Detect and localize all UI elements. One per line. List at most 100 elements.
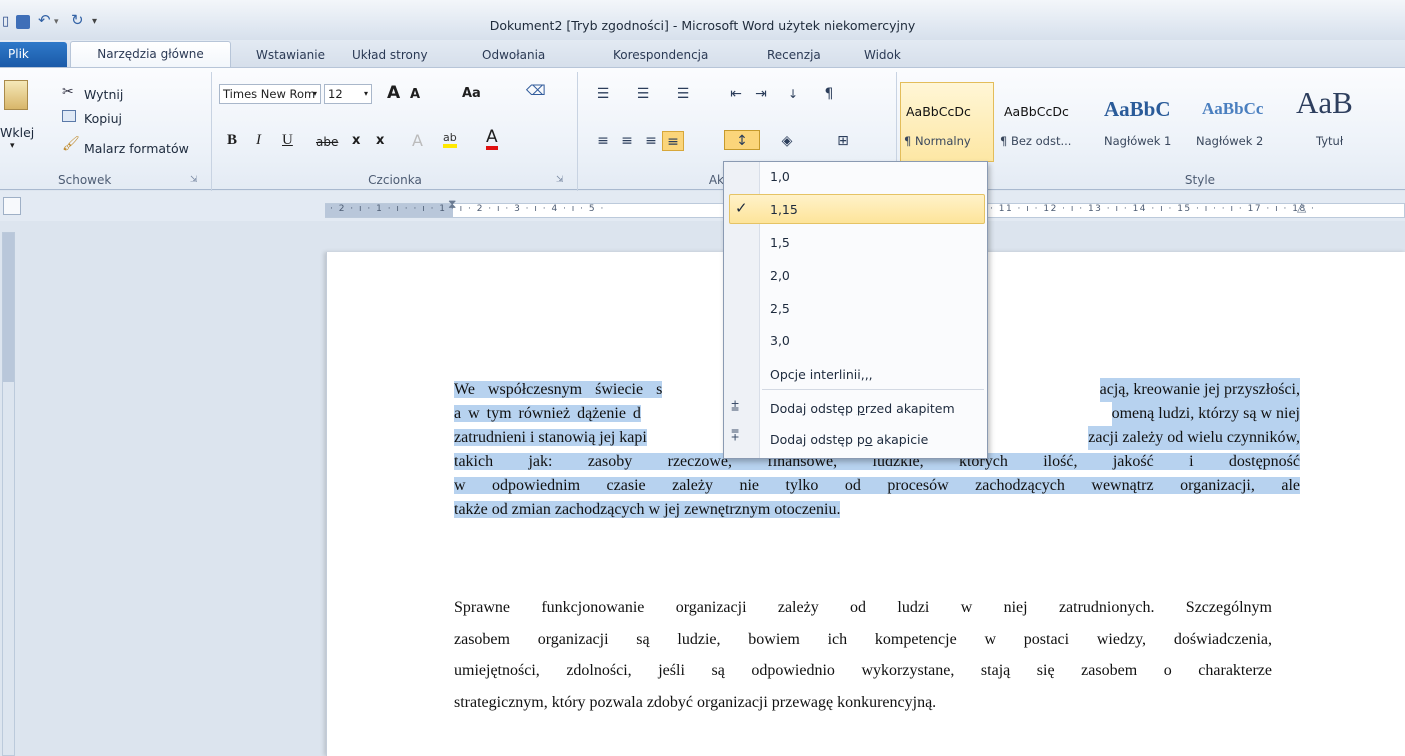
line-spacing-options-item[interactable]: Opcje interlinii,,, (770, 367, 873, 382)
add-space-after-item[interactable]: Dodaj odstęp po akapicie (770, 432, 928, 447)
font-size-value: 12 (328, 87, 343, 101)
tab-mailings[interactable]: Korespondencja (613, 44, 708, 66)
font-launcher-icon[interactable]: ⇲ (556, 175, 564, 185)
align-center-icon[interactable]: ≡ (616, 131, 638, 151)
strikethrough-button[interactable]: abe (316, 135, 338, 149)
line-spacing-option-2-0[interactable]: 2,0 (770, 268, 790, 283)
ruler-numbers-right: · 11 · ı · 12 · ı · 13 · ı · 14 · ı · 15… (990, 204, 1316, 214)
line-spacing-option-3-0[interactable]: 3,0 (770, 333, 790, 348)
tab-selector-button[interactable] (3, 197, 21, 215)
font-color-button[interactable]: A (486, 128, 498, 150)
align-right-icon[interactable]: ≡ (640, 131, 662, 151)
font-size-combo[interactable]: 12 ▾ (324, 84, 372, 104)
line-spacing-option-1-15[interactable]: 1,15 (770, 202, 798, 217)
indent-marker-icon[interactable]: ⧗ (448, 197, 456, 212)
style-no-spacing-name: ¶ Bez odst... (1000, 134, 1072, 148)
group-separator (577, 72, 578, 192)
sort-icon[interactable]: ↓ (782, 84, 804, 104)
style-title-name: Tytuł (1316, 134, 1344, 148)
text-line: umiejętności, zdolności, jeśli są odpowi… (454, 662, 1272, 679)
highlight-button[interactable]: ab (443, 131, 457, 148)
line-spacing-icon[interactable]: ↕ (724, 130, 760, 150)
text-line: omeną ludzi, którzy są w niej (1111, 402, 1300, 426)
paste-button[interactable]: Wklej (0, 125, 34, 140)
clipboard-group-label: Schowek (58, 173, 112, 187)
paste-icon[interactable] (4, 80, 28, 110)
tab-view[interactable]: Widok (864, 44, 901, 66)
add-space-before-icon: ⩲ (731, 399, 740, 415)
copy-icon (62, 110, 76, 122)
superscript-button[interactable]: x (376, 133, 384, 148)
cut-button[interactable]: Wytnij (84, 87, 123, 102)
tab-home[interactable]: Narzędzia główne (70, 41, 231, 68)
style-normal[interactable] (900, 82, 994, 162)
underline-button[interactable]: U (282, 132, 293, 149)
font-family-combo[interactable]: Times New Rom ▾ (219, 84, 321, 104)
text-line: a w tym również dążenie d (454, 405, 641, 422)
tab-review[interactable]: Recenzja (767, 44, 821, 66)
menu-separator (762, 389, 984, 390)
bullets-icon[interactable]: ☰ (592, 84, 614, 104)
add-space-before-item[interactable]: Dodaj odstęp przed akapitem (770, 401, 955, 416)
paragraph-2[interactable]: Sprawne funkcjonowanie organizacji zależ… (454, 592, 1272, 718)
style-heading2-sample[interactable]: AaBbCc (1202, 99, 1263, 119)
grow-font-button[interactable]: A (387, 83, 400, 103)
show-formatting-icon[interactable]: ¶ (818, 84, 840, 104)
clear-formatting-icon[interactable]: ⌫ (526, 83, 546, 99)
check-icon: ✓ (735, 199, 748, 217)
group-separator (211, 72, 212, 192)
text-line: w odpowiednim czasie zależy nie tylko od… (454, 477, 1300, 494)
menu-item-selected-highlight (729, 194, 985, 224)
scissors-icon: ✂ (62, 84, 74, 100)
line-spacing-option-2-5[interactable]: 2,5 (770, 301, 790, 316)
tab-references[interactable]: Odwołania (482, 44, 545, 66)
font-group-label: Czcionka (368, 173, 422, 187)
menu-accelerator: o (864, 432, 873, 447)
style-title-sample[interactable]: AaB (1296, 85, 1353, 121)
numbering-icon[interactable]: ☰ (632, 84, 654, 104)
line-spacing-option-1-0[interactable]: 1,0 (770, 169, 790, 184)
paste-dropdown-icon[interactable]: ▾ (10, 141, 15, 151)
text-line: strategicznym, który pozwala zdobyć orga… (454, 693, 937, 711)
style-no-spacing-sample[interactable]: AaBbCcDc (1004, 104, 1069, 119)
bold-button[interactable]: B (227, 132, 237, 149)
menu-label-part: rzed akapitem (864, 401, 955, 416)
style-heading2-name: Nagłówek 2 (1196, 134, 1264, 148)
align-left-icon[interactable]: ≡ (592, 131, 614, 151)
text-line: zasobem organizacji są ludzie, bowiem ic… (454, 630, 1272, 648)
text-line: także od zmian zachodzących w jej zewnęt… (454, 501, 841, 518)
tab-file[interactable]: Plik (0, 42, 67, 67)
style-normal-name: ¶ Normalny (904, 134, 971, 148)
right-indent-marker-icon[interactable]: △ (1297, 200, 1306, 214)
text-line: acją, kreowanie jej przyszłości, (1099, 378, 1300, 402)
menu-accelerator: p (856, 401, 865, 416)
font-family-value: Times New Rom (223, 87, 316, 101)
italic-button[interactable]: I (256, 132, 261, 149)
vertical-ruler[interactable] (2, 232, 15, 756)
text-line: zatrudnieni i stanowią jej kapi (454, 429, 647, 446)
format-painter-icon: 🖌 (62, 136, 80, 152)
copy-button[interactable]: Kopiuj (84, 111, 122, 126)
style-heading1-sample[interactable]: AaBbC (1104, 97, 1171, 122)
style-normal-sample: AaBbCcDc (906, 104, 971, 119)
justify-icon[interactable]: ≡ (662, 131, 684, 151)
menu-label-part: Dodaj odstęp p (770, 432, 865, 447)
tab-insert[interactable]: Wstawianie (256, 44, 325, 66)
increase-indent-icon[interactable]: ⇥ (750, 84, 772, 104)
borders-icon[interactable]: ⊞ (832, 131, 854, 151)
text-effects-icon[interactable]: A (412, 131, 423, 150)
multilevel-list-icon[interactable]: ☰ (672, 84, 694, 104)
format-painter-button[interactable]: Malarz formatów (84, 141, 189, 156)
clipboard-launcher-icon[interactable]: ⇲ (190, 175, 198, 185)
change-case-button[interactable]: Aa (462, 86, 481, 101)
shading-icon[interactable]: ◈ (776, 131, 798, 151)
decrease-indent-icon[interactable]: ⇤ (725, 84, 747, 104)
line-spacing-option-1-5[interactable]: 1,5 (770, 235, 790, 250)
shrink-font-button[interactable]: A (410, 87, 420, 102)
subscript-button[interactable]: x (352, 133, 360, 148)
ruler-numbers-left: · 2 · ı · 1 · ı · · ı · 1 · ı · 2 · ı · … (330, 204, 605, 214)
chevron-down-icon[interactable]: ▾ (313, 85, 317, 103)
style-heading1-name: Nagłówek 1 (1104, 134, 1172, 148)
chevron-down-icon[interactable]: ▾ (364, 85, 368, 103)
tab-page-layout[interactable]: Układ strony (352, 44, 428, 66)
